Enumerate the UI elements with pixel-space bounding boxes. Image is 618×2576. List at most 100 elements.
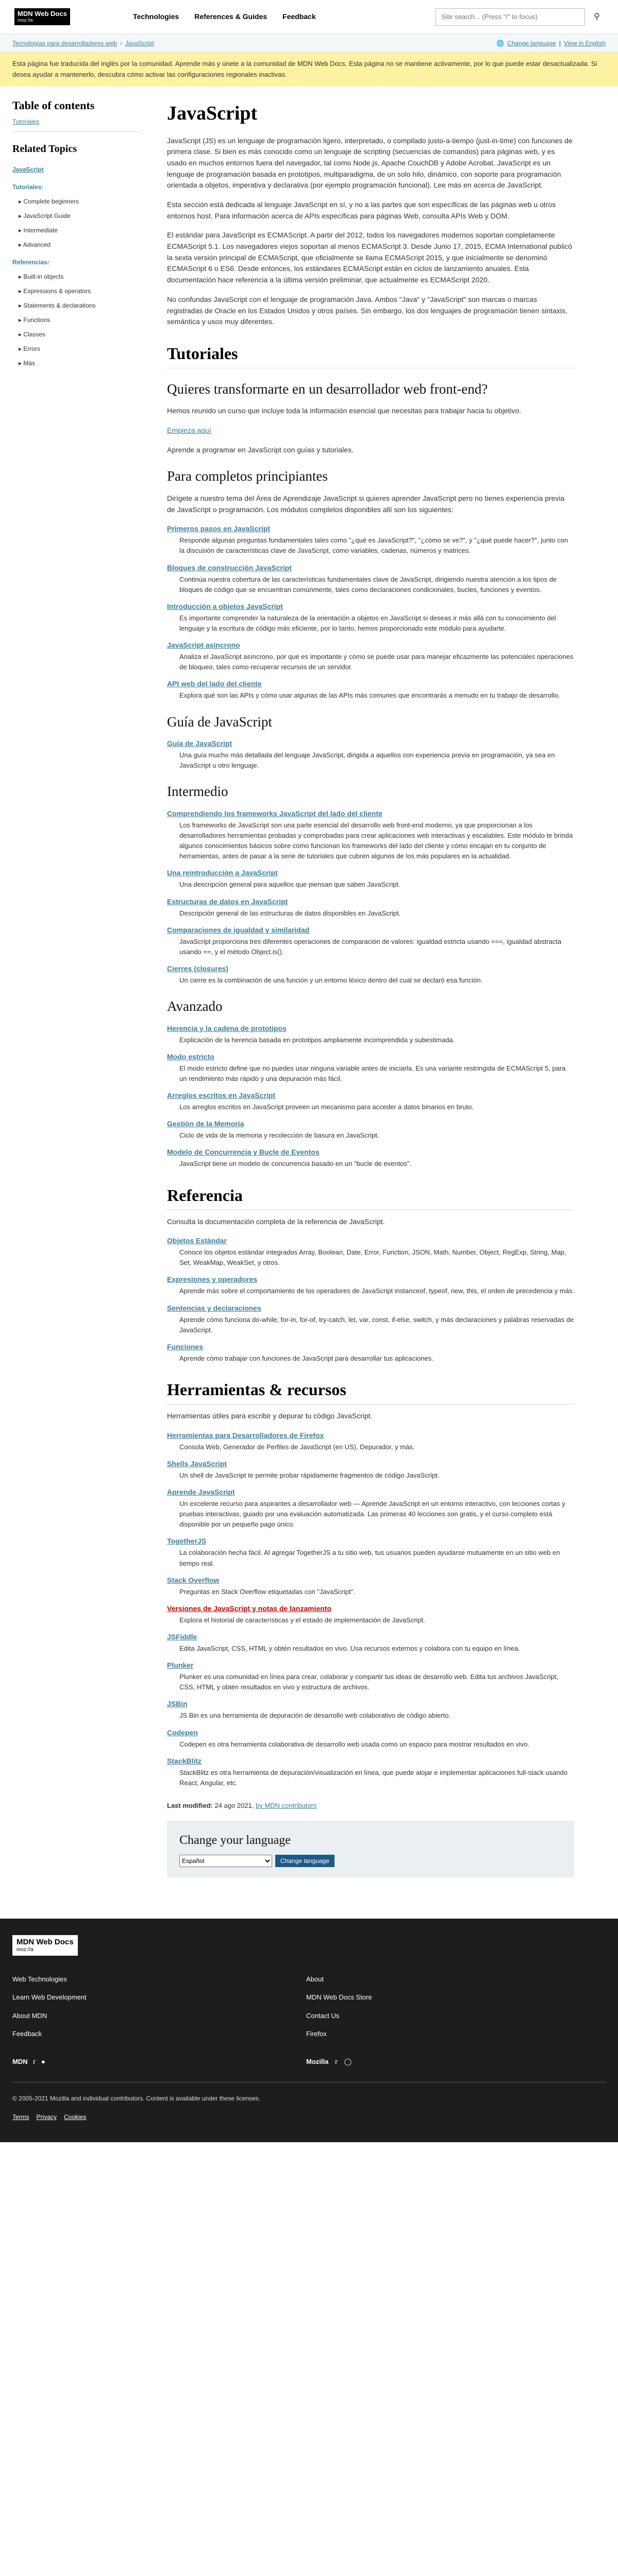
definition-term-link[interactable]: Introducción a objetos JavaScript bbox=[167, 602, 283, 611]
definition-term-link[interactable]: Shells JavaScript bbox=[167, 1460, 227, 1468]
definition-term-link[interactable]: Bloques de construcción JavaScript bbox=[167, 564, 292, 572]
banner-text: Esta página fue traducida del inglés por… bbox=[12, 60, 597, 78]
change-language-link[interactable]: Change language bbox=[507, 39, 556, 48]
definition-description: Preguntas en Stack Overflow etiquetadas … bbox=[179, 1587, 355, 1596]
definition-term: Herramientas para Desarrolladores de Fir… bbox=[167, 1430, 574, 1441]
definition-term-link[interactable]: Guía de JavaScript bbox=[167, 739, 232, 748]
nav-references-guides[interactable]: References & Guides bbox=[194, 11, 267, 22]
definition-term-link[interactable]: Funciones bbox=[167, 1343, 203, 1351]
definition-term-link[interactable]: Sentencias y declaraciones bbox=[167, 1304, 261, 1312]
footer-link[interactable]: About MDN bbox=[12, 2011, 306, 2021]
sidebar-item-expressions-operators[interactable]: ▸ Expressions & operators bbox=[19, 286, 141, 296]
definition-term-link[interactable]: Herencia y la cadena de prototipos bbox=[167, 1024, 287, 1032]
definition-term-link[interactable]: Arreglos escritos en JavaScript bbox=[167, 1091, 275, 1099]
definition-description: JavaScript tiene un modelo de concurrenc… bbox=[179, 1160, 412, 1168]
definition-term-link[interactable]: TogetherJS bbox=[167, 1537, 206, 1545]
contributors-link[interactable]: by MDN contributors bbox=[256, 1802, 316, 1809]
change-language-button[interactable]: Change language bbox=[275, 1855, 335, 1868]
definition-term: Estructuras de datos en JavaScript bbox=[167, 896, 574, 907]
footer-link[interactable]: Feedback bbox=[12, 2029, 306, 2039]
nav-feedback[interactable]: Feedback bbox=[282, 11, 316, 22]
definition-term-link[interactable]: StackBlitz bbox=[167, 1757, 202, 1765]
sidebar-item-built-in-objects[interactable]: ▸ Built-in objects bbox=[19, 272, 141, 281]
sidebar-item-intermediate[interactable]: ▸ Intermediate bbox=[19, 226, 141, 235]
breadcrumb-separator-icon: › bbox=[120, 39, 122, 47]
tools-list: Herramientas para Desarrolladores de Fir… bbox=[167, 1430, 574, 1788]
mdn-logo[interactable]: MDN Web Docs moz://a bbox=[14, 8, 133, 25]
definition-term-link[interactable]: JSBin bbox=[167, 1700, 188, 1708]
definition-term-link[interactable]: Expresiones y operadores bbox=[167, 1275, 257, 1283]
github-icon[interactable]: ● bbox=[41, 2057, 45, 2067]
last-modified-label: Last modified: bbox=[167, 1801, 213, 1809]
footer-link[interactable]: Contact Us bbox=[306, 2011, 600, 2021]
definition-term-link[interactable]: JSFiddle bbox=[167, 1633, 197, 1641]
definition-term-link[interactable]: Herramientas para Desarrolladores de Fir… bbox=[167, 1431, 324, 1439]
definition-term-link[interactable]: Stack Overflow bbox=[167, 1576, 219, 1584]
definition-term: Cierres (closures) bbox=[167, 963, 574, 974]
sidebar-topic-javascript[interactable]: JavaScript bbox=[12, 166, 44, 173]
nav-technologies[interactable]: Technologies bbox=[133, 11, 179, 22]
definition-term-link[interactable]: Plunker bbox=[167, 1661, 193, 1669]
definition-term-link[interactable]: Modo estricto bbox=[167, 1053, 214, 1061]
definition-description: Un shell de JavaScript te permite probar… bbox=[179, 1471, 440, 1479]
footer-link[interactable]: Firefox bbox=[306, 2029, 600, 2039]
definition-term-link[interactable]: Cierres (closures) bbox=[167, 964, 228, 973]
definition-term: Shells JavaScript bbox=[167, 1459, 574, 1469]
last-modified-date: 24 ago 2021, bbox=[214, 1801, 254, 1809]
definition-term: Una reintroducción a JavaScript bbox=[167, 868, 574, 878]
definition-description: JavaScript proporciona tres diferentes o… bbox=[179, 937, 562, 956]
terms-link[interactable]: Terms bbox=[12, 2112, 29, 2122]
language-selector: Change your language Español Change lang… bbox=[167, 1821, 574, 1878]
definition-term-link[interactable]: API web del lado del cliente bbox=[167, 680, 262, 688]
sidebar-item-functions[interactable]: ▸ Functions bbox=[19, 315, 141, 325]
definition-term-link[interactable]: Aprende JavaScript bbox=[167, 1488, 235, 1496]
view-english-link[interactable]: View in English bbox=[564, 39, 606, 48]
definition-term-link[interactable]: Versiones de JavaScript y notas de lanza… bbox=[167, 1604, 331, 1613]
definition-term-link[interactable]: Gestión de la Memoria bbox=[167, 1120, 244, 1128]
definition-term: Sentencias y declaraciones bbox=[167, 1303, 574, 1314]
definition-term-link[interactable]: Primeros pasos en JavaScript bbox=[167, 524, 270, 533]
footer-link[interactable]: MDN Web Docs Store bbox=[306, 1992, 600, 2003]
sidebar-item-more[interactable]: ▸ Más bbox=[19, 359, 141, 368]
intro-paragraph: No confundas JavaScript con el lenguaje … bbox=[167, 295, 567, 326]
breadcrumb: Tecnologías para desarrolladores web › J… bbox=[0, 34, 618, 53]
definition-term-link[interactable]: Modelo de Concurrencia y Bucle de Evento… bbox=[167, 1148, 320, 1156]
definition-term-link[interactable]: JavaScript asíncrono bbox=[167, 641, 240, 649]
definition-term-link[interactable]: Comprendiendo los frameworks JavaScript … bbox=[167, 809, 382, 818]
language-select[interactable]: Español bbox=[179, 1855, 272, 1868]
definition-term-link[interactable]: Codepen bbox=[167, 1728, 198, 1737]
main-content: JavaScript JavaScript (JS) es un lenguaj… bbox=[152, 97, 574, 1878]
footer-link[interactable]: About bbox=[306, 1974, 600, 1985]
footer-mdn-label: MDN bbox=[12, 2057, 28, 2065]
search-icon[interactable]: ⚲ bbox=[590, 10, 604, 24]
reference-heading: Referencia bbox=[167, 1183, 574, 1210]
related-topics-title: Related Topics bbox=[12, 143, 77, 155]
sidebar-item-complete-beginners[interactable]: ▸ Complete beginners bbox=[19, 197, 141, 206]
definition-term-link[interactable]: Una reintroducción a JavaScript bbox=[167, 869, 278, 877]
footer-logo[interactable]: MDN Web Docs moz://a bbox=[12, 1935, 78, 1956]
sidebar-references-label: Referencias: bbox=[12, 258, 50, 266]
instagram-icon[interactable]: ◯ bbox=[344, 2057, 352, 2067]
sidebar-item-statements[interactable]: ▸ Statements & declarations bbox=[19, 301, 141, 310]
footer-link[interactable]: Learn Web Development bbox=[12, 1992, 306, 2003]
sidebar-item-errors[interactable]: ▸ Errors bbox=[19, 344, 141, 353]
cookies-link[interactable]: Cookies bbox=[64, 2112, 86, 2122]
definition-term-link[interactable]: Estructuras de datos en JavaScript bbox=[167, 897, 288, 906]
search-input[interactable] bbox=[436, 8, 585, 26]
sidebar-item-classes[interactable]: ▸ Classes bbox=[19, 330, 141, 339]
sidebar-item-javascript-guide[interactable]: ▸ JavaScript Guide bbox=[19, 211, 141, 221]
breadcrumb-item-javascript[interactable]: JavaScript bbox=[125, 39, 154, 48]
sidebar-item-label: Expressions & operators bbox=[23, 287, 91, 295]
sidebar-item-advanced[interactable]: ▸ Advanced bbox=[19, 240, 141, 249]
twitter-icon[interactable]: 𝕣 bbox=[335, 2057, 338, 2067]
toc-item-tutoriales[interactable]: Tutoriales bbox=[12, 118, 39, 125]
definition-description: JS Bin es una herramienta de depuración … bbox=[179, 1711, 451, 1720]
start-here-link[interactable]: Empieza aquí bbox=[167, 426, 211, 434]
privacy-link[interactable]: Privacy bbox=[37, 2112, 57, 2122]
twitter-icon[interactable]: 𝕣 bbox=[33, 2057, 36, 2067]
definition-term-link[interactable]: Objetos Estándar bbox=[167, 1236, 227, 1245]
footer-link[interactable]: Web Technologies bbox=[12, 1974, 306, 1985]
breadcrumb-item-web-tech[interactable]: Tecnologías para desarrolladores web bbox=[12, 39, 117, 48]
definition-term-link[interactable]: Comparaciones de igualdad y similaridad bbox=[167, 926, 309, 934]
definition-description: Un excelente recurso para aspirantes a d… bbox=[179, 1500, 565, 1529]
